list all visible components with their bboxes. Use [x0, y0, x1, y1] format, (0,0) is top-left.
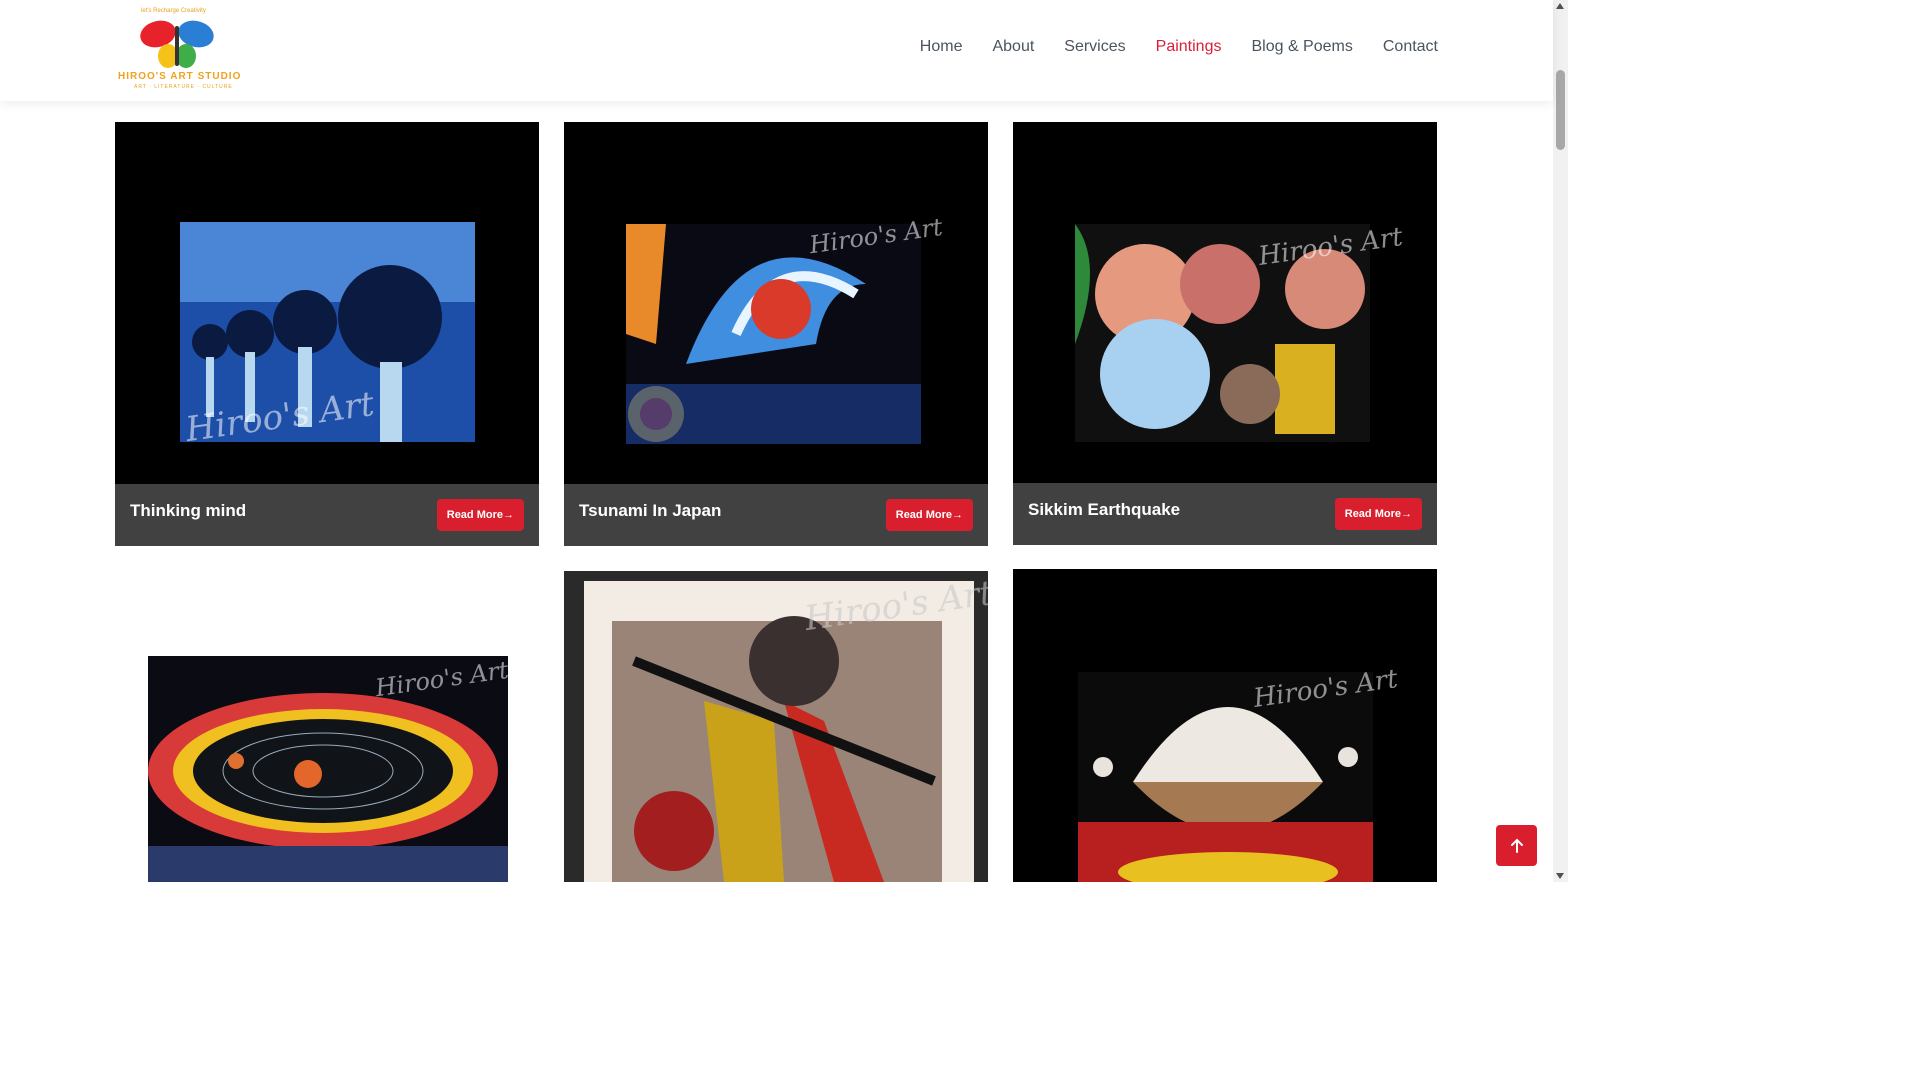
nav-blog-poems[interactable]: Blog & Poems	[1251, 38, 1352, 56]
painting-caption: Thinking mind Read More→	[115, 484, 539, 546]
painting-card[interactable]: Hiroo's Art	[564, 571, 988, 882]
painting-card[interactable]: Hiroo's Art	[115, 570, 539, 882]
painting-title: Thinking mind	[130, 501, 247, 520]
painting-title: Sikkim Earthquake	[1028, 500, 1181, 519]
scroll-down-icon[interactable]	[1556, 873, 1564, 879]
site-logo[interactable]: let's Recharge Creativity HIROO'S ART ST…	[112, 6, 252, 94]
painting-card[interactable]: Hiroo's Art	[1013, 569, 1437, 882]
painting-title: Tsunami In Japan	[579, 501, 722, 520]
read-more-button[interactable]: Read More→	[885, 499, 973, 531]
nav-home[interactable]: Home	[920, 38, 963, 56]
back-to-top-button[interactable]	[1496, 825, 1537, 866]
read-more-button[interactable]: Read More→	[436, 499, 524, 531]
painting-image-warrior	[584, 581, 974, 882]
painting-caption: Sikkim Earthquake Read More→	[1013, 483, 1437, 545]
arrow-up-icon	[1510, 838, 1523, 853]
read-more-button[interactable]: Read More→	[1334, 498, 1422, 530]
painting-image-tsunami-in-japan	[626, 224, 921, 444]
butterfly-icon	[140, 20, 214, 68]
scrollbar-thumb[interactable]	[1556, 70, 1565, 150]
nav-services[interactable]: Services	[1064, 38, 1125, 56]
nav-paintings[interactable]: Paintings	[1156, 38, 1222, 56]
painting-caption: Tsunami In Japan Read More→	[564, 484, 988, 546]
logo-tagline: let's Recharge Creativity	[141, 8, 206, 14]
site-header: let's Recharge Creativity HIROO'S ART ST…	[0, 0, 1553, 101]
main-nav: Home About Services Paintings Blog & Poe…	[920, 38, 1438, 56]
nav-about[interactable]: About	[992, 38, 1034, 56]
scroll-up-icon[interactable]	[1556, 3, 1564, 9]
painting-card[interactable]: Hiroo's Art Sikkim Earthquake Read More→	[1013, 122, 1437, 545]
logo-subline: ART · LITERATURE · CULTURE	[134, 84, 233, 90]
logo-wordmark: HIROO'S ART STUDIO	[118, 71, 242, 82]
painting-card[interactable]: Hiroo's Art Tsunami In Japan Read More→	[564, 122, 988, 546]
nav-contact[interactable]: Contact	[1383, 38, 1438, 56]
page-scrollbar[interactable]	[1553, 0, 1568, 882]
painting-card[interactable]: Hiroo's Art Thinking mind Read More→	[115, 122, 539, 546]
